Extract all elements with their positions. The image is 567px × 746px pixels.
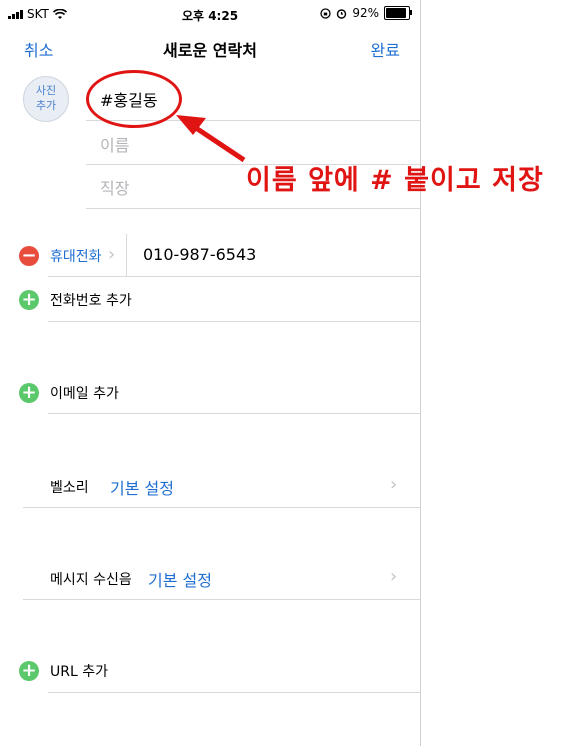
annotation-arrow-icon — [176, 115, 246, 163]
annotation-text: 이름 앞에 # 붙이고 저장 — [246, 165, 544, 196]
